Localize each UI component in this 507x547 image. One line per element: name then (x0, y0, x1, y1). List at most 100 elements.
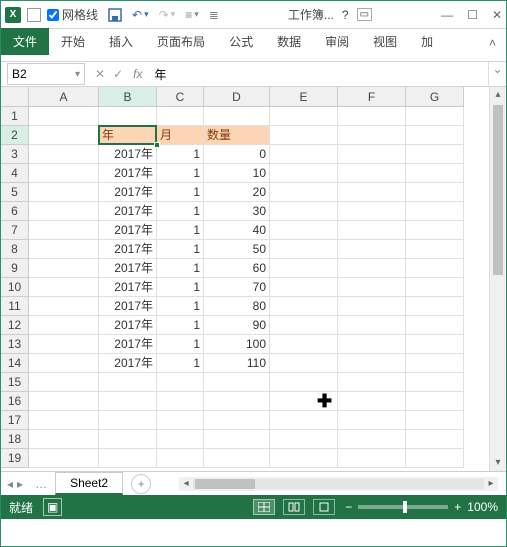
view-page-break-button[interactable] (313, 499, 335, 515)
grid-area[interactable]: ABCDEFG 12345678910111213141516171819 年月… (1, 87, 506, 471)
cell[interactable]: 2017年 (99, 164, 157, 183)
cell[interactable]: 2017年 (99, 145, 157, 164)
cell[interactable] (204, 411, 270, 430)
scroll-left-icon[interactable]: ◂ (179, 478, 193, 489)
formula-expand-button[interactable]: ⌄ (488, 62, 506, 86)
cell[interactable] (406, 354, 464, 373)
cell[interactable] (270, 297, 338, 316)
scroll-down-icon[interactable]: ▾ (490, 455, 506, 471)
minimize-button[interactable]: — (441, 8, 453, 22)
cell[interactable] (270, 449, 338, 468)
cell[interactable] (29, 449, 99, 468)
cell[interactable] (29, 126, 99, 145)
row-header-8[interactable]: 8 (1, 240, 29, 259)
vscroll-thumb[interactable] (493, 105, 503, 275)
scroll-up-icon[interactable]: ▴ (490, 87, 506, 103)
cell[interactable] (338, 202, 406, 221)
cell[interactable] (270, 354, 338, 373)
cell[interactable]: 0 (204, 145, 270, 164)
cell[interactable] (406, 126, 464, 145)
cell[interactable] (270, 278, 338, 297)
row-header-10[interactable]: 10 (1, 278, 29, 297)
cell[interactable] (99, 449, 157, 468)
cancel-formula-button[interactable]: ✕ (95, 67, 105, 81)
cell[interactable] (270, 202, 338, 221)
cell[interactable] (338, 183, 406, 202)
zoom-level[interactable]: 100% (467, 500, 498, 514)
cell[interactable] (270, 183, 338, 202)
cell[interactable] (29, 392, 99, 411)
cell[interactable] (157, 430, 204, 449)
cell[interactable] (29, 373, 99, 392)
cell[interactable] (29, 107, 99, 126)
gridlines-checkbox[interactable]: 网格线 (47, 6, 98, 23)
cell[interactable] (204, 430, 270, 449)
cell[interactable]: 90 (204, 316, 270, 335)
cell[interactable] (99, 430, 157, 449)
cell[interactable] (338, 411, 406, 430)
cell[interactable] (406, 373, 464, 392)
cell[interactable] (338, 164, 406, 183)
cell[interactable] (338, 107, 406, 126)
row-header-3[interactable]: 3 (1, 145, 29, 164)
sheet-nav-more[interactable]: … (29, 477, 53, 491)
cell[interactable]: 1 (157, 145, 204, 164)
row-header-9[interactable]: 9 (1, 259, 29, 278)
cell[interactable]: 2017年 (99, 221, 157, 240)
cell[interactable] (406, 449, 464, 468)
add-sheet-button[interactable]: + (131, 474, 151, 494)
cell[interactable] (157, 449, 204, 468)
cell[interactable]: 1 (157, 297, 204, 316)
cell[interactable]: 10 (204, 164, 270, 183)
cell[interactable] (157, 107, 204, 126)
cell[interactable] (29, 354, 99, 373)
tab-review[interactable]: 审阅 (313, 28, 361, 55)
cell[interactable] (270, 126, 338, 145)
help-button[interactable]: ? (342, 8, 349, 22)
undo-button[interactable]: ↶▾ (132, 8, 149, 22)
col-header-F[interactable]: F (338, 87, 406, 107)
cell[interactable] (29, 221, 99, 240)
cell[interactable] (406, 240, 464, 259)
cell[interactable] (270, 411, 338, 430)
row-header-16[interactable]: 16 (1, 392, 29, 411)
cell[interactable]: 2017年 (99, 240, 157, 259)
cell[interactable] (204, 392, 270, 411)
cell[interactable]: 月 (157, 126, 204, 145)
name-box[interactable]: B2 ▾ (7, 63, 85, 85)
save-button[interactable] (108, 8, 122, 22)
cell[interactable]: 2017年 (99, 297, 157, 316)
cell[interactable] (270, 145, 338, 164)
row-header-11[interactable]: 11 (1, 297, 29, 316)
cell[interactable] (406, 107, 464, 126)
row-header-7[interactable]: 7 (1, 221, 29, 240)
cell[interactable] (338, 259, 406, 278)
cell[interactable] (270, 240, 338, 259)
cell[interactable]: 20 (204, 183, 270, 202)
cell[interactable] (270, 164, 338, 183)
cell[interactable]: 1 (157, 202, 204, 221)
cell[interactable]: 1 (157, 183, 204, 202)
zoom-in-button[interactable]: + (454, 500, 461, 514)
cell[interactable] (270, 335, 338, 354)
zoom-out-button[interactable]: − (345, 500, 352, 514)
cell[interactable]: 2017年 (99, 202, 157, 221)
row-header-5[interactable]: 5 (1, 183, 29, 202)
cell[interactable]: 数量 (204, 126, 270, 145)
cell[interactable]: 2017年 (99, 316, 157, 335)
row-header-19[interactable]: 19 (1, 449, 29, 468)
view-normal-button[interactable] (253, 499, 275, 515)
cell[interactable] (204, 373, 270, 392)
horizontal-scrollbar[interactable]: ◂ ▸ (179, 477, 498, 491)
cell[interactable] (338, 373, 406, 392)
view-page-layout-button[interactable] (283, 499, 305, 515)
formula-input[interactable] (150, 63, 488, 85)
row-header-17[interactable]: 17 (1, 411, 29, 430)
tab-insert[interactable]: 插入 (97, 28, 145, 55)
cell[interactable] (99, 107, 157, 126)
cell[interactable] (338, 240, 406, 259)
cell[interactable] (99, 392, 157, 411)
cell[interactable] (270, 373, 338, 392)
cell[interactable]: 40 (204, 221, 270, 240)
cell[interactable] (29, 145, 99, 164)
